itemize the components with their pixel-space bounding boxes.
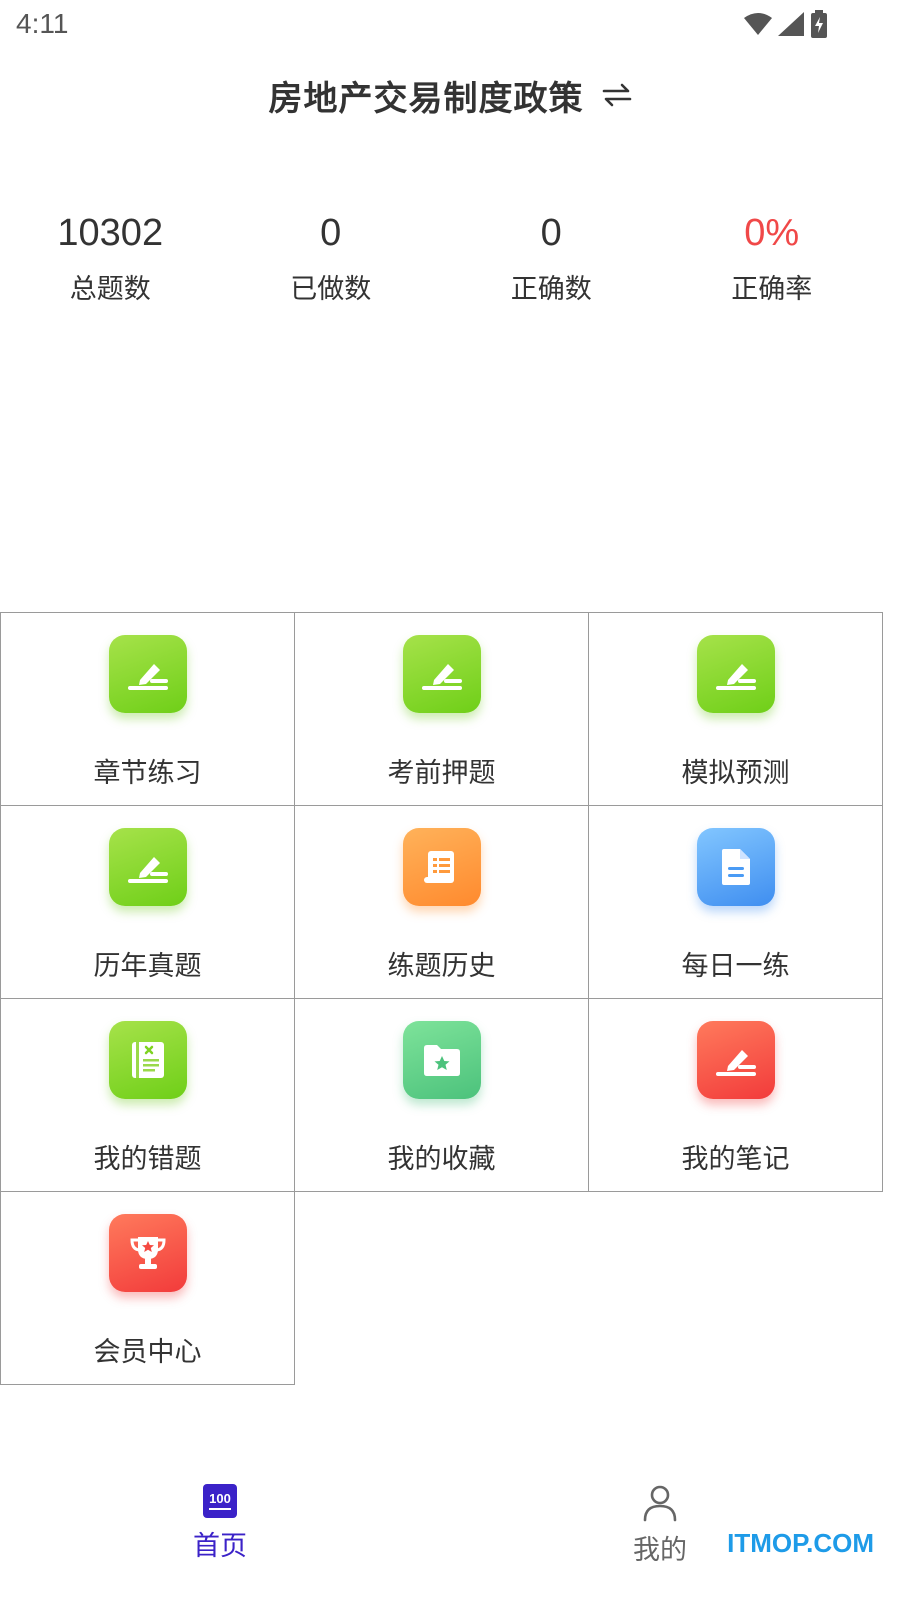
stat-total-label: 总题数 — [69, 274, 151, 305]
edit-icon — [108, 828, 187, 906]
grid-item-daily-practice[interactable]: 每日一练 — [588, 805, 883, 999]
edit-icon — [402, 635, 481, 713]
stats-row: 10302 总题数 0 已做数 0 正确数 0% 正确率 — [0, 205, 882, 325]
nav-home[interactable]: 100 首页 — [160, 1480, 280, 1563]
swap-subject-icon[interactable] — [602, 82, 632, 108]
trophy-icon — [108, 1214, 187, 1292]
stat-rate: 0% 正确率 — [662, 205, 883, 325]
grid-item-wrong-questions[interactable]: 我的错题 — [0, 998, 295, 1192]
grid-item-label: 我的错题 — [93, 1144, 202, 1175]
nav-home-label: 首页 — [193, 1531, 247, 1562]
grid-item-pre-exam[interactable]: 考前押题 — [294, 612, 589, 806]
header: 房地产交易制度政策 — [0, 60, 900, 130]
grid-item-notes[interactable]: 我的笔记 — [588, 998, 883, 1192]
battery-icon — [811, 10, 827, 38]
grid-item-label: 考前押题 — [387, 758, 496, 789]
grid-item-label: 会员中心 — [93, 1337, 202, 1368]
stat-done: 0 已做数 — [221, 205, 442, 325]
status-bar: 4:11 — [0, 0, 900, 50]
grid-item-chapter-practice[interactable]: 章节练习 — [0, 612, 295, 806]
edit-icon — [696, 1021, 775, 1099]
grid-item-practice-history[interactable]: 练题历史 — [294, 805, 589, 999]
star-folder-icon — [402, 1021, 481, 1099]
grid-item-mock-test[interactable]: 模拟预测 — [588, 612, 883, 806]
edit-icon — [108, 635, 187, 713]
user-icon — [643, 1485, 677, 1522]
grid-item-label: 每日一练 — [681, 951, 790, 982]
stat-rate-value: 0% — [744, 212, 800, 254]
stat-done-label: 已做数 — [290, 274, 372, 305]
screen: 4:11 房地产交易制度政策 10302 总题数 0 已做数 0 正确数 0% … — [0, 0, 900, 1600]
stat-done-value: 0 — [320, 212, 342, 254]
stat-rate-label: 正确率 — [731, 274, 813, 305]
nav-me[interactable]: 我的 — [600, 1480, 720, 1567]
nav-me-label: 我的 — [633, 1535, 687, 1566]
grid-item-past-exams[interactable]: 历年真题 — [0, 805, 295, 999]
status-icons — [744, 10, 828, 38]
wrong-book-icon — [108, 1021, 187, 1099]
grid-item-member-center[interactable]: 会员中心 — [0, 1191, 295, 1385]
grid-item-label: 模拟预测 — [681, 758, 790, 789]
stat-correct-label: 正确数 — [510, 274, 592, 305]
grid-item-label: 练题历史 — [387, 951, 496, 982]
scroll-icon — [402, 828, 481, 906]
home-icon-line — [209, 1508, 231, 1510]
stat-correct: 0 正确数 — [441, 205, 662, 325]
grid-item-label: 历年真题 — [93, 951, 202, 982]
home-badge-text: 100 — [209, 1491, 231, 1506]
watermark: ITMOP.COM — [727, 1528, 874, 1558]
wifi-icon — [744, 13, 772, 35]
page-title: 房地产交易制度政策 — [268, 78, 584, 119]
grid-item-label: 章节练习 — [93, 758, 202, 789]
stat-correct-value: 0 — [540, 212, 562, 254]
grid-item-favorites[interactable]: 我的收藏 — [294, 998, 589, 1192]
stat-total-value: 10302 — [57, 212, 164, 254]
status-time: 4:11 — [16, 8, 69, 39]
feature-grid: 章节练习 考前押题 模拟预测 历年真题 练题历史 每日一练 我的错题 我的收藏 … — [0, 612, 883, 1385]
grid-item-label: 我的收藏 — [387, 1144, 496, 1175]
stat-total: 10302 总题数 — [0, 205, 221, 325]
signal-icon — [778, 12, 804, 36]
edit-icon — [696, 635, 775, 713]
grid-item-label: 我的笔记 — [681, 1144, 790, 1175]
home-100-icon: 100 — [203, 1484, 237, 1518]
document-icon — [696, 828, 775, 906]
